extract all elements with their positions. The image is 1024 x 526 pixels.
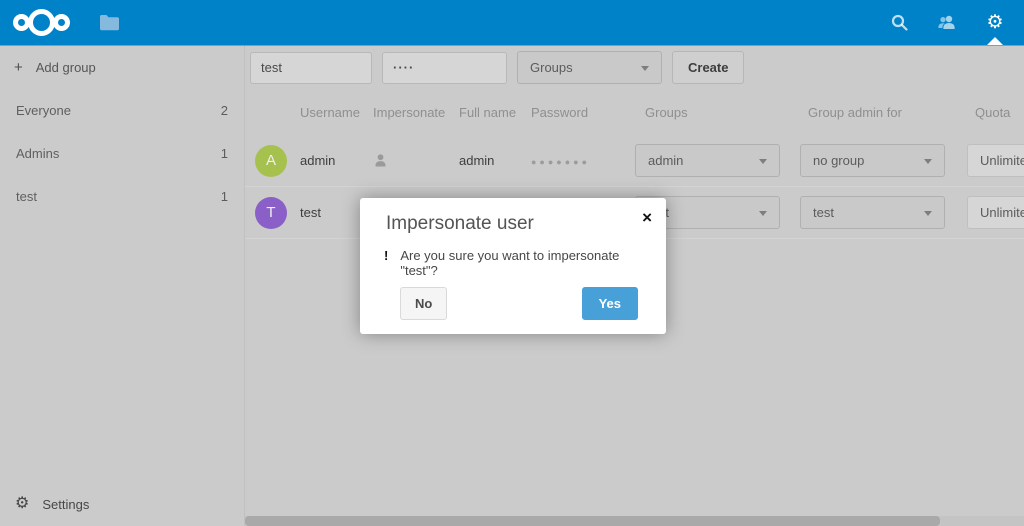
- topbar-right-icons: ⚙: [888, 0, 1006, 45]
- header-quota: Quota: [967, 105, 1024, 120]
- plus-icon: +: [14, 59, 23, 76]
- close-icon[interactable]: ×: [642, 209, 652, 226]
- sidebar-item-everyone[interactable]: Everyone 2: [0, 89, 244, 132]
- settings-gear-icon[interactable]: ⚙: [984, 0, 1006, 45]
- sidebar-item-test[interactable]: test 1: [0, 175, 244, 218]
- new-username-input[interactable]: [250, 52, 372, 84]
- add-group-button[interactable]: + Add group: [0, 45, 244, 89]
- chevron-down-icon: [641, 66, 649, 71]
- new-user-form: Groups Create: [245, 45, 1024, 90]
- search-icon[interactable]: [888, 0, 910, 45]
- no-button[interactable]: No: [400, 287, 447, 320]
- username-cell: admin: [300, 153, 373, 168]
- quota-dropdown[interactable]: Unlimited: [967, 196, 1024, 229]
- horizontal-scrollbar-track[interactable]: [245, 516, 1024, 526]
- nextcloud-logo[interactable]: [13, 9, 70, 36]
- avatar: A: [255, 145, 287, 177]
- group-label: Everyone: [16, 103, 71, 118]
- dialog-body: ! Are you sure you want to impersonate "…: [384, 248, 646, 278]
- avatar: T: [255, 197, 287, 229]
- chevron-down-icon: [759, 211, 767, 216]
- chevron-down-icon: [924, 159, 932, 164]
- header-username: Username: [300, 105, 373, 120]
- yes-button[interactable]: Yes: [582, 287, 638, 320]
- impersonate-user-dialog: Impersonate user × ! Are you sure you wa…: [360, 198, 666, 334]
- header-fullname: Full name: [459, 105, 531, 120]
- group-label: test: [16, 189, 37, 204]
- group-count: 1: [221, 189, 228, 204]
- sidebar-item-admins[interactable]: Admins 1: [0, 132, 244, 175]
- horizontal-scrollbar-thumb[interactable]: [245, 516, 940, 526]
- group-admin-dropdown[interactable]: no group: [800, 144, 945, 177]
- groups-dropdown[interactable]: admin: [635, 144, 780, 177]
- contacts-icon[interactable]: [936, 0, 958, 45]
- logo-circle-right: [53, 14, 70, 31]
- groups-sidebar: + Add group Everyone 2 Admins 1 test 1 ⚙…: [0, 45, 245, 526]
- new-password-input[interactable]: [382, 52, 507, 84]
- alert-icon: !: [384, 248, 388, 263]
- dropdown-label: Groups: [518, 60, 573, 75]
- group-label: Admins: [16, 146, 59, 161]
- chevron-down-icon: [924, 211, 932, 216]
- files-folder-icon[interactable]: [98, 0, 120, 45]
- new-user-groups-dropdown[interactable]: Groups: [517, 51, 662, 84]
- quota-dropdown[interactable]: Unlimited: [967, 144, 1024, 177]
- chevron-down-icon: [759, 159, 767, 164]
- settings-button[interactable]: ⚙ Settings: [0, 482, 244, 526]
- fullname-cell[interactable]: admin: [459, 153, 531, 168]
- header-password: Password: [531, 105, 635, 120]
- dialog-message: Are you sure you want to impersonate "te…: [400, 248, 646, 278]
- group-admin-dropdown[interactable]: test: [800, 196, 945, 229]
- create-button[interactable]: Create: [672, 51, 744, 84]
- top-bar: ⚙: [0, 0, 1024, 45]
- active-app-caret: [987, 37, 1003, 45]
- group-count: 1: [221, 146, 228, 161]
- header-groups: Groups: [635, 105, 800, 120]
- header-group-admin: Group admin for: [800, 105, 967, 120]
- settings-label: Settings: [42, 497, 89, 512]
- dialog-title: Impersonate user: [360, 198, 666, 235]
- impersonate-user-icon[interactable]: [373, 153, 388, 168]
- table-row-admin: A admin admin ●●●●●●● admin no group Unl…: [245, 135, 1024, 187]
- logo-circle-center: [28, 9, 55, 36]
- users-table-header: Username Impersonate Full name Password …: [245, 90, 1024, 135]
- settings-gear-icon-small: ⚙: [15, 496, 29, 512]
- add-group-label: Add group: [36, 60, 96, 75]
- gear-glyph: ⚙: [986, 13, 1003, 32]
- group-count: 2: [221, 103, 228, 118]
- password-mask[interactable]: ●●●●●●●: [531, 157, 590, 167]
- header-impersonate: Impersonate: [373, 105, 459, 120]
